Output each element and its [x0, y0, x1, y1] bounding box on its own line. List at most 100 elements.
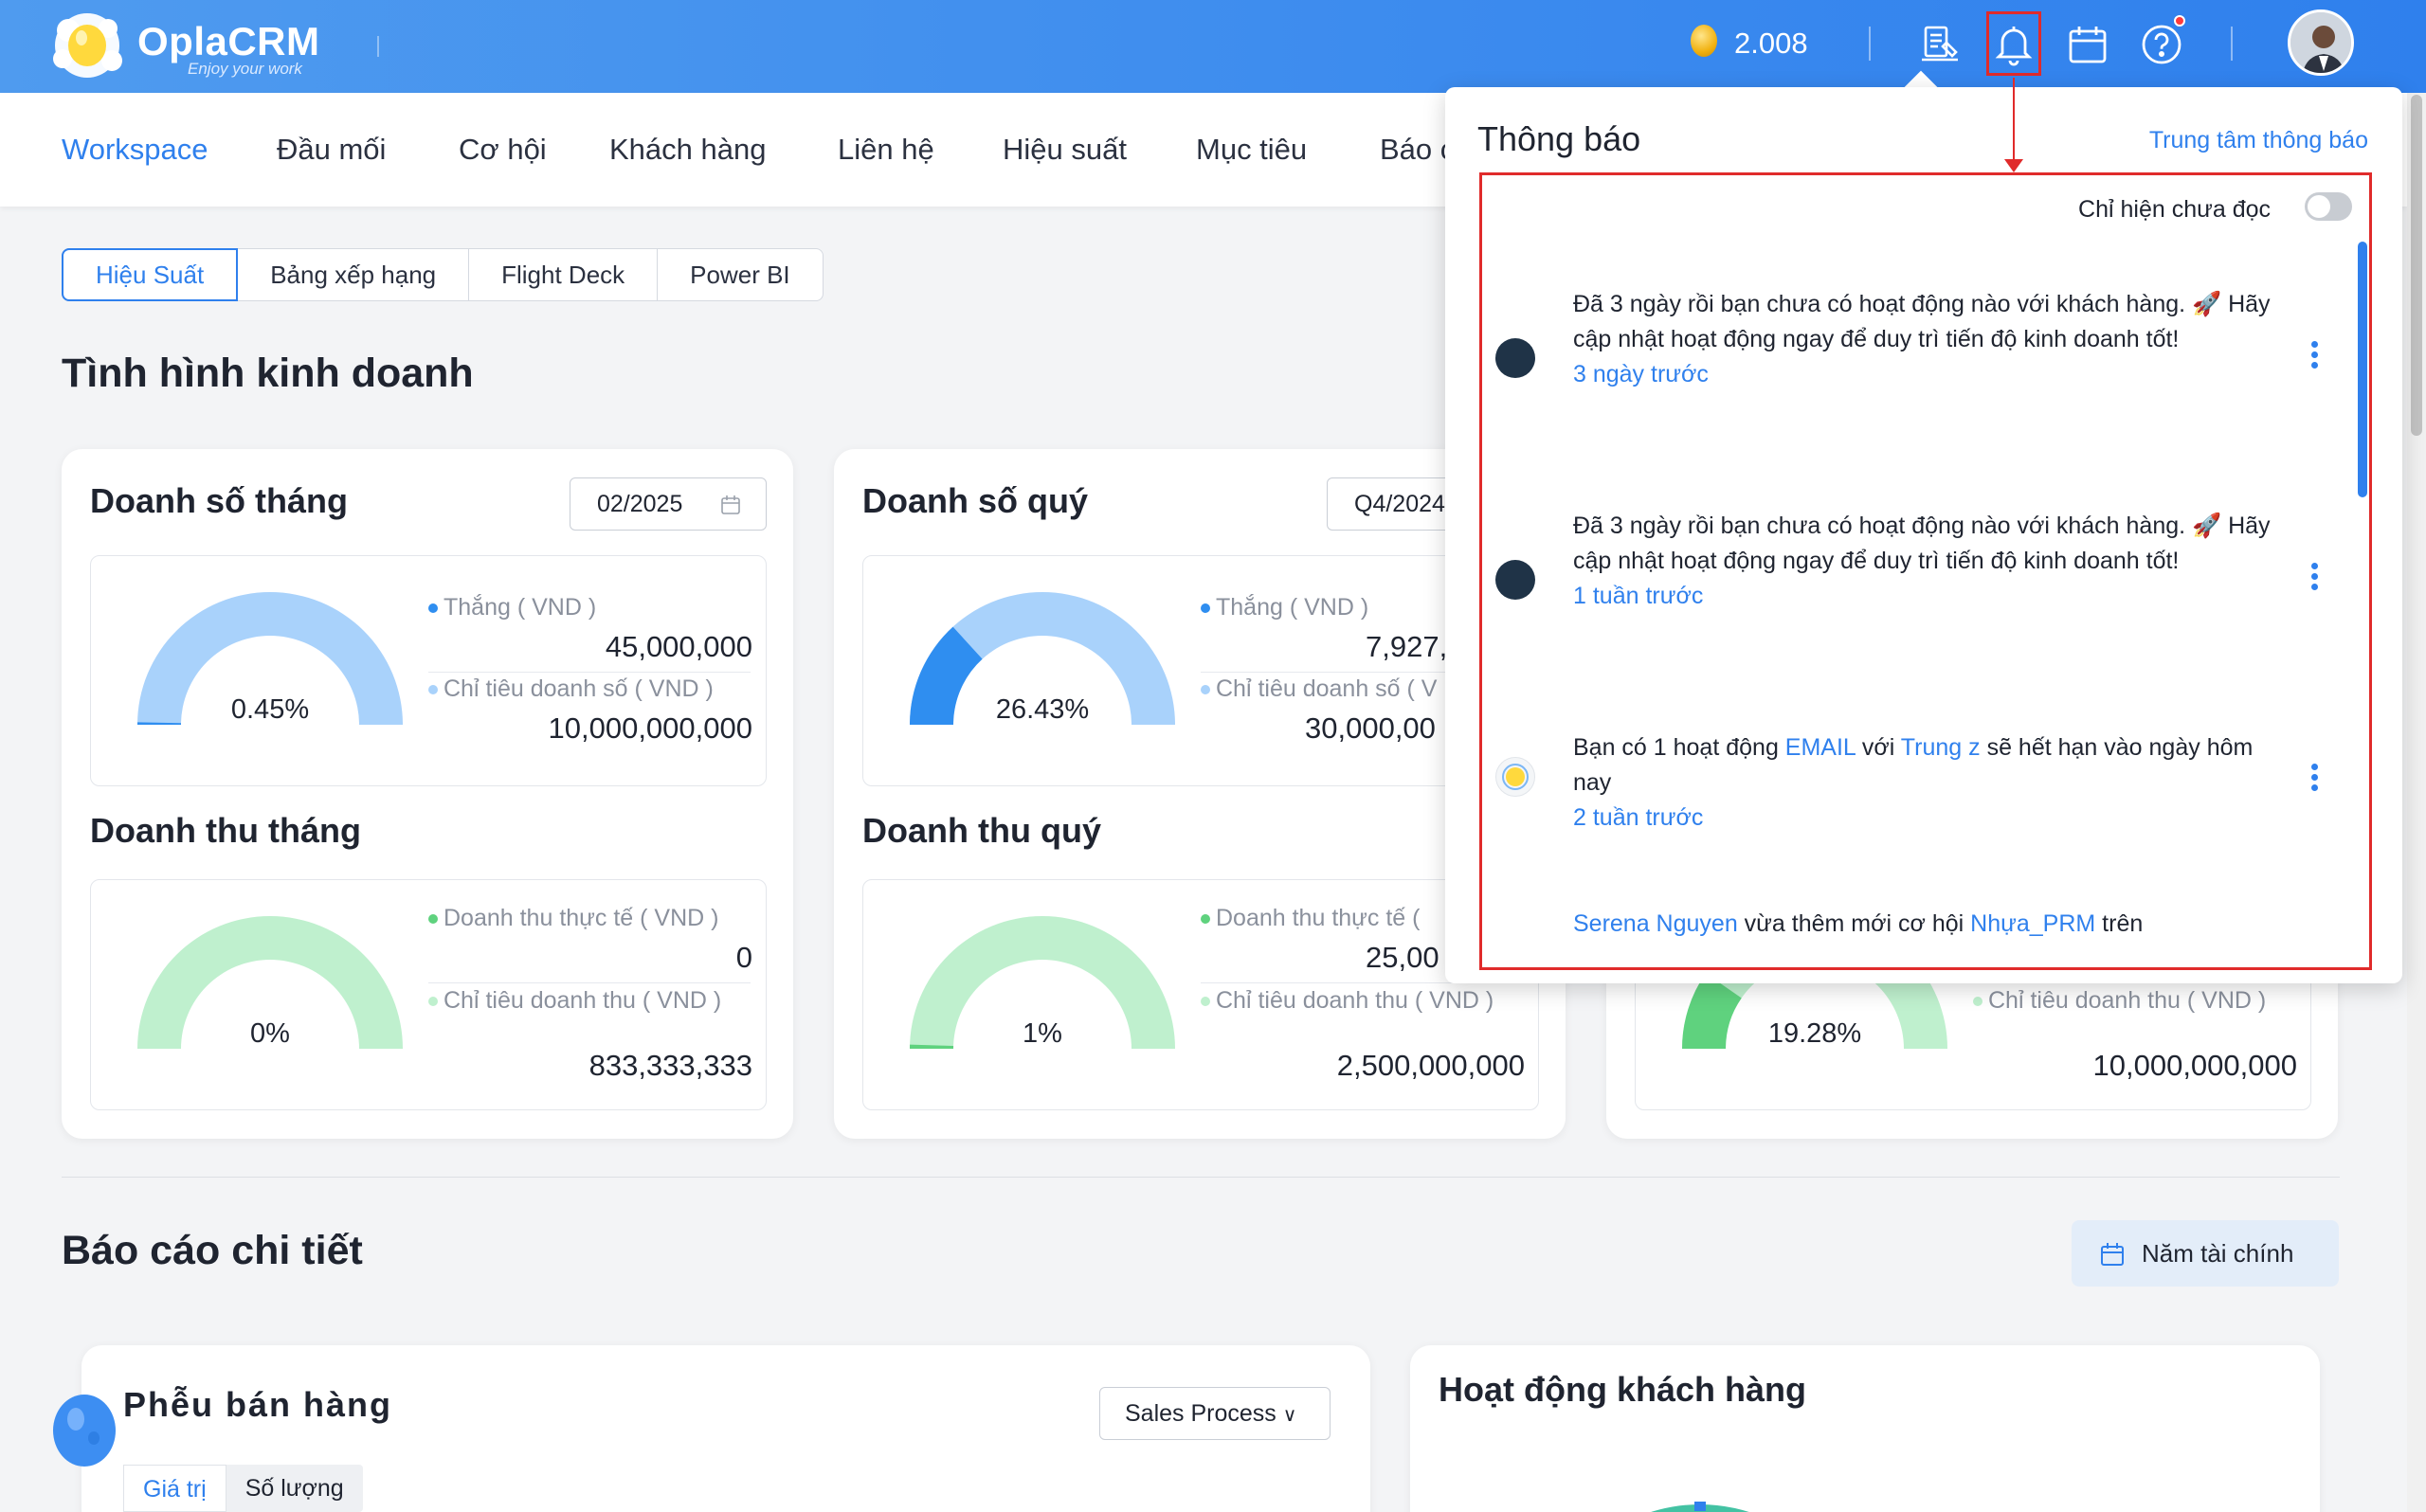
sales-target-value: 30,000,00: [1305, 711, 1436, 745]
fiscal-year-button[interactable]: Năm tài chính: [2072, 1220, 2339, 1287]
monthly-revenue-title: Doanh thu tháng: [90, 811, 361, 850]
revenue-target-value: 10,000,000,000: [2092, 1049, 2298, 1082]
help-icon[interactable]: [2136, 19, 2187, 70]
logo-tagline: Enjoy your work: [188, 60, 302, 78]
help-notification-dot: [2174, 15, 2185, 27]
notification-center-link[interactable]: Trung tâm thông báo: [2149, 127, 2368, 154]
won-label: Thắng ( VND ): [444, 594, 597, 621]
won-label: Thắng ( VND ): [1216, 594, 1369, 621]
view-tabs: Hiệu Suất Bảng xếp hạng Flight Deck Powe…: [62, 248, 824, 301]
customer-link[interactable]: Trung z: [1901, 734, 1981, 761]
avatar[interactable]: [2288, 9, 2354, 76]
activity-link[interactable]: EMAIL: [1785, 734, 1856, 761]
activity-chart: [1651, 1502, 1749, 1512]
more-options-icon[interactable]: [2305, 761, 2324, 799]
notification-title: Thông báo: [1477, 119, 1641, 158]
actual-revenue-label: Doanh thu thực tế (: [1216, 905, 1421, 931]
logo[interactable]: OplaCRM Enjoy your work: [47, 8, 370, 83]
notification-item[interactable]: Serena Nguyen vừa thêm mới cơ hội Nhựa_P…: [1482, 907, 2354, 967]
unread-only-toggle[interactable]: [2305, 192, 2352, 221]
nav-contacts[interactable]: Liên hệ: [838, 133, 934, 167]
coin-balance[interactable]: 2.008: [1734, 27, 1808, 61]
calendar-icon: [2101, 1243, 2124, 1266]
calendar-icon: [721, 495, 740, 514]
more-options-icon[interactable]: [2305, 338, 2324, 376]
month-picker-value: 02/2025: [597, 491, 683, 517]
tab-flight-deck[interactable]: Flight Deck: [469, 249, 659, 300]
nav-reports[interactable]: Báo c: [1380, 133, 1455, 167]
notification-message: vừa thêm mới cơ hội: [1737, 910, 1971, 937]
list-scrollbar[interactable]: [2358, 242, 2367, 497]
notification-time: 2 tuần trước: [1573, 804, 1704, 831]
revenue-target-label: Chỉ tiêu doanh thu ( VND ): [444, 987, 722, 1014]
revenue-target-legend: Chỉ tiêu doanh thu ( VND ): [1973, 986, 2286, 1015]
quarterly-revenue-title: Doanh thu quý: [862, 811, 1101, 850]
report-icon[interactable]: [1914, 19, 1965, 70]
month-picker[interactable]: 02/2025: [570, 477, 767, 531]
yearly-revenue-percent: 19.28%: [1767, 1018, 1862, 1049]
quarterly-sales-title: Doanh số quý: [862, 481, 1089, 520]
notification-item[interactable]: Bạn có 1 hoạt động EMAIL với Trung z sẽ …: [1482, 730, 2354, 844]
page-title: Tình hình kinh doanh: [62, 351, 474, 396]
bell-icon[interactable]: [1988, 19, 2039, 70]
unread-only-label: Chỉ hiện chưa đọc: [2078, 196, 2271, 223]
quarterly-sales-panel: 26.43% Thắng ( VND ) 7,927,90 Chỉ tiêu d…: [862, 555, 1539, 786]
user-avatar-icon: [1495, 338, 1535, 378]
monthly-card: Doanh số tháng 02/2025 0.45% Thắng ( VND…: [62, 449, 793, 1139]
calendar-icon[interactable]: [2062, 19, 2113, 70]
sales-process-select[interactable]: Sales Process ∨: [1099, 1387, 1331, 1440]
more-options-icon[interactable]: [2305, 560, 2324, 598]
nav-goals[interactable]: Mục tiêu: [1196, 133, 1307, 167]
actual-revenue-legend: Doanh thu thực tế ( VND ): [428, 905, 718, 932]
won-value: 45,000,000: [605, 630, 752, 663]
quarter-picker-value: Q4/2024: [1354, 491, 1445, 517]
customer-activity-card: Hoạt động khách hàng: [1410, 1345, 2320, 1512]
sales-funnel-card: Phễu bán hàng Sales Process ∨ Giá trị Số…: [81, 1345, 1370, 1512]
tab-performance[interactable]: Hiệu Suất: [62, 248, 239, 301]
coin-icon: [1691, 25, 1717, 57]
notification-message: trên: [2095, 910, 2144, 937]
monthly-sales-panel: 0.45% Thắng ( VND ) 45,000,000 Chỉ tiêu …: [90, 555, 767, 786]
activity-title: Hoạt động khách hàng: [1439, 1370, 1807, 1409]
section-divider: [62, 1177, 2340, 1178]
page-scrollbar-thumb[interactable]: [2411, 95, 2422, 436]
monthly-sales-percent: 0.45%: [230, 694, 310, 725]
notification-time: 1 tuần trước: [1573, 583, 1704, 609]
assistant-egg-icon[interactable]: [49, 1385, 119, 1468]
chevron-down-icon: ∨: [1282, 1405, 1297, 1426]
notification-time: 3 ngày trước: [1573, 361, 1709, 387]
actual-revenue-label: Doanh thu thực tế ( VND ): [444, 905, 719, 931]
logo-mark-icon: [53, 13, 122, 78]
legend-divider: [428, 672, 751, 673]
actual-revenue-legend: Doanh thu thực tế (: [1201, 905, 1420, 932]
nav-performance[interactable]: Hiệu suất: [1003, 133, 1127, 167]
revenue-target-legend: Chỉ tiêu doanh thu ( VND ): [1201, 986, 1513, 1015]
mode-value[interactable]: Giá trị: [123, 1465, 226, 1512]
nav-leads[interactable]: Đầu mối: [277, 133, 386, 167]
notification-item[interactable]: Đã 3 ngày rồi bạn chưa có hoạt động nào …: [1482, 509, 2354, 660]
notification-message: với: [1855, 734, 1901, 761]
detail-title: Báo cáo chi tiết: [62, 1228, 363, 1273]
monthly-sales-title: Doanh số tháng: [90, 481, 348, 520]
notification-list: Chỉ hiện chưa đọc Đã 3 ngày rồi bạn chưa…: [1479, 172, 2372, 970]
notification-item[interactable]: Đã 3 ngày rồi bạn chưa có hoạt động nào …: [1482, 287, 2354, 439]
nav-opportunities[interactable]: Cơ hội: [459, 133, 547, 167]
quarterly-revenue-panel: 1% Doanh thu thực tế ( 25,00 Chỉ tiêu do…: [862, 879, 1539, 1110]
won-legend: Thắng ( VND ): [1201, 594, 1368, 621]
notification-text: Serena Nguyen vừa thêm mới cơ hội Nhựa_P…: [1573, 907, 2274, 942]
mode-count[interactable]: Số lượng: [226, 1465, 363, 1512]
monthly-revenue-panel: 0% Doanh thu thực tế ( VND ) 0 Chỉ tiêu …: [90, 879, 767, 1110]
nav-customers[interactable]: Khách hàng: [609, 133, 766, 167]
legend-divider: [428, 982, 751, 983]
header-divider: [2231, 27, 2233, 61]
nav-workspace[interactable]: Workspace: [62, 133, 208, 167]
user-link[interactable]: Serena Nguyen: [1573, 910, 1738, 937]
sales-target-label: Chỉ tiêu doanh số ( V: [1216, 675, 1438, 702]
funnel-mode-toggle: Giá trị Số lượng: [123, 1465, 363, 1512]
fiscal-year-label: Năm tài chính: [2142, 1239, 2294, 1268]
quarterly-sales-percent: 26.43%: [995, 694, 1090, 725]
tab-leaderboard[interactable]: Bảng xếp hạng: [238, 249, 470, 300]
opportunity-link[interactable]: Nhựa_PRM: [1970, 910, 2095, 937]
tab-power-bi[interactable]: Power BI: [658, 249, 823, 300]
funnel-title: Phễu bán hàng: [123, 1385, 393, 1424]
